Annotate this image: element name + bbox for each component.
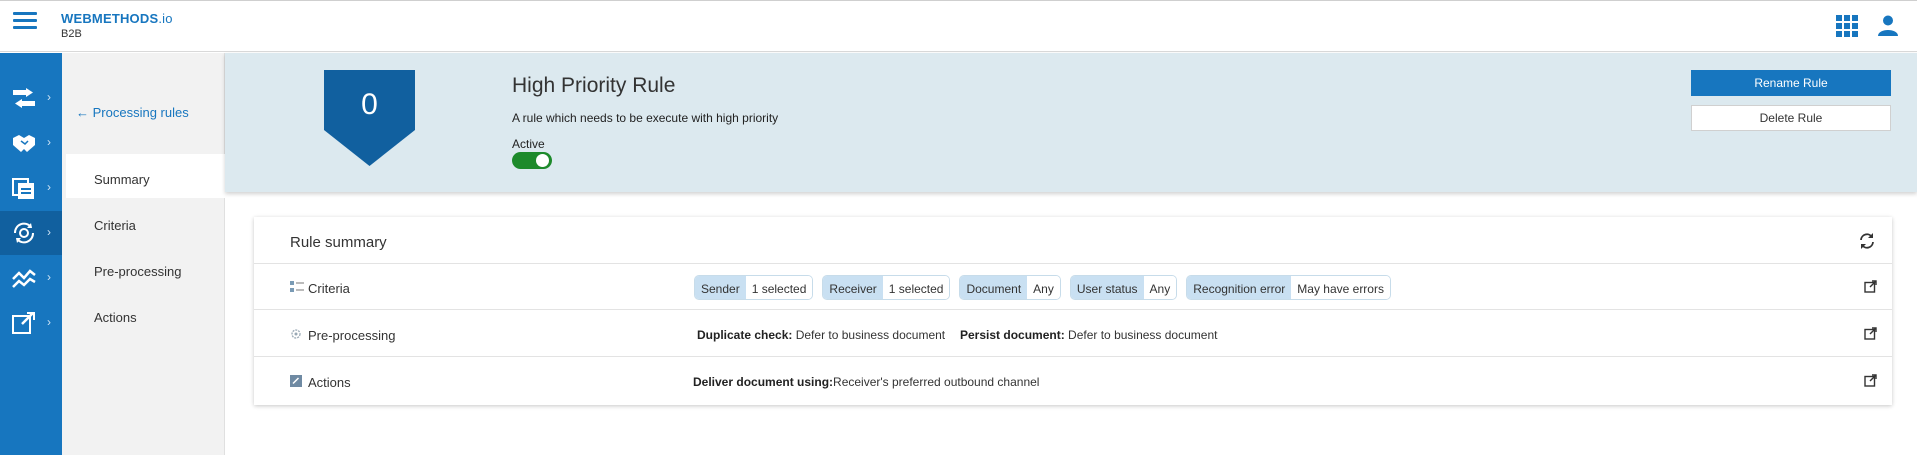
edit-note-icon: [290, 375, 302, 387]
refresh-icon[interactable]: [1858, 232, 1876, 250]
open-actions-icon[interactable]: [1864, 374, 1877, 387]
actions-label: Actions: [308, 375, 351, 390]
rail-item-transfer[interactable]: ›: [0, 76, 62, 120]
chip-recognition-error: Recognition error May have errors: [1186, 275, 1391, 300]
card-title: Rule summary: [290, 234, 387, 251]
criteria-chips: Sender 1 selected Receiver 1 selected Docu…: [694, 275, 1400, 300]
gear-icon: [291, 329, 301, 339]
top-bar: WEBMETHODS.io B2B: [0, 0, 1917, 52]
deliver-document: Deliver document using:Receiver's prefer…: [693, 375, 1040, 389]
active-toggle[interactable]: [512, 152, 552, 169]
chevron-right-icon: ›: [47, 135, 51, 149]
pre-processing-label: Pre-processing: [308, 328, 396, 343]
delete-rule-button[interactable]: Delete Rule: [1691, 105, 1891, 131]
rule-description: A rule which needs to be execute with hi…: [512, 111, 779, 125]
gear-arrows-icon: [13, 222, 35, 244]
criteria-label: Criteria: [308, 281, 350, 296]
chip-receiver: Receiver 1 selected: [822, 275, 951, 300]
priority-number: 0: [361, 88, 378, 121]
nav-item-actions[interactable]: Actions: [66, 292, 225, 336]
chip-document: Document Any: [959, 275, 1061, 300]
chevron-right-icon: ›: [47, 270, 51, 284]
chevron-right-icon: ›: [47, 180, 51, 194]
duplicate-check: Duplicate check: Defer to business docum…: [697, 328, 946, 342]
nav-item-criteria[interactable]: Criteria: [66, 200, 225, 244]
external-edit-icon: [12, 312, 35, 334]
pre-processing-row: Pre-processing Duplicate check: Defer to…: [254, 311, 1892, 357]
brand-name: WEBMETHODS.io: [61, 11, 173, 26]
rule-title: High Priority Rule: [512, 74, 676, 97]
persist-document: Persist document: Defer to business docu…: [960, 328, 1218, 342]
nav-item-pre-processing[interactable]: Pre-processing: [66, 246, 225, 290]
chart-line-icon: [12, 269, 36, 288]
rail-item-documents[interactable]: ›: [0, 166, 62, 210]
handshake-icon: [13, 135, 35, 152]
card-header: Rule summary: [254, 217, 1892, 264]
criteria-list-icon: [290, 281, 304, 292]
chip-sender: Sender 1 selected: [694, 275, 814, 300]
active-label: Active: [512, 137, 545, 151]
back-to-processing-rules-link[interactable]: ← Processing rules: [76, 105, 189, 120]
brand[interactable]: WEBMETHODS.io B2B: [61, 11, 173, 40]
rail-item-processing-rules[interactable]: ›: [0, 211, 62, 255]
transfer-arrows-icon: [13, 88, 35, 108]
chip-user-status: User status Any: [1069, 275, 1178, 300]
rule-header: 0 High Priority Rule A rule which needs …: [225, 53, 1917, 192]
rail-item-partners[interactable]: ›: [0, 121, 62, 165]
rule-summary-card: Rule summary Criteria Sender 1 selected R…: [254, 217, 1892, 405]
toggle-knob: [536, 154, 549, 167]
nav-item-summary[interactable]: Summary: [66, 154, 225, 198]
hamburger-icon[interactable]: [13, 12, 37, 30]
rename-rule-button[interactable]: Rename Rule: [1691, 70, 1891, 96]
secondary-nav: ← Processing rules Summary Criteria Pre-…: [62, 53, 225, 455]
left-rail: › › › › › ›: [0, 53, 62, 455]
chevron-right-icon: ›: [47, 90, 51, 104]
actions-row: Actions Deliver document using:Receiver'…: [254, 358, 1892, 404]
chevron-right-icon: ›: [47, 315, 51, 329]
criteria-row: Criteria Sender 1 selected Receiver 1 sele…: [254, 264, 1892, 310]
documents-icon: [12, 178, 34, 199]
rail-item-monitoring[interactable]: ›: [0, 256, 62, 300]
arrow-left-icon: ←: [76, 105, 93, 120]
chevron-right-icon: ›: [47, 225, 51, 239]
apps-grid-icon[interactable]: [1836, 15, 1858, 37]
open-pre-processing-icon[interactable]: [1864, 327, 1877, 340]
open-criteria-icon[interactable]: [1864, 280, 1877, 293]
user-icon[interactable]: [1876, 13, 1900, 37]
product-name: B2B: [61, 28, 82, 40]
rail-item-admin[interactable]: ›: [0, 301, 62, 345]
